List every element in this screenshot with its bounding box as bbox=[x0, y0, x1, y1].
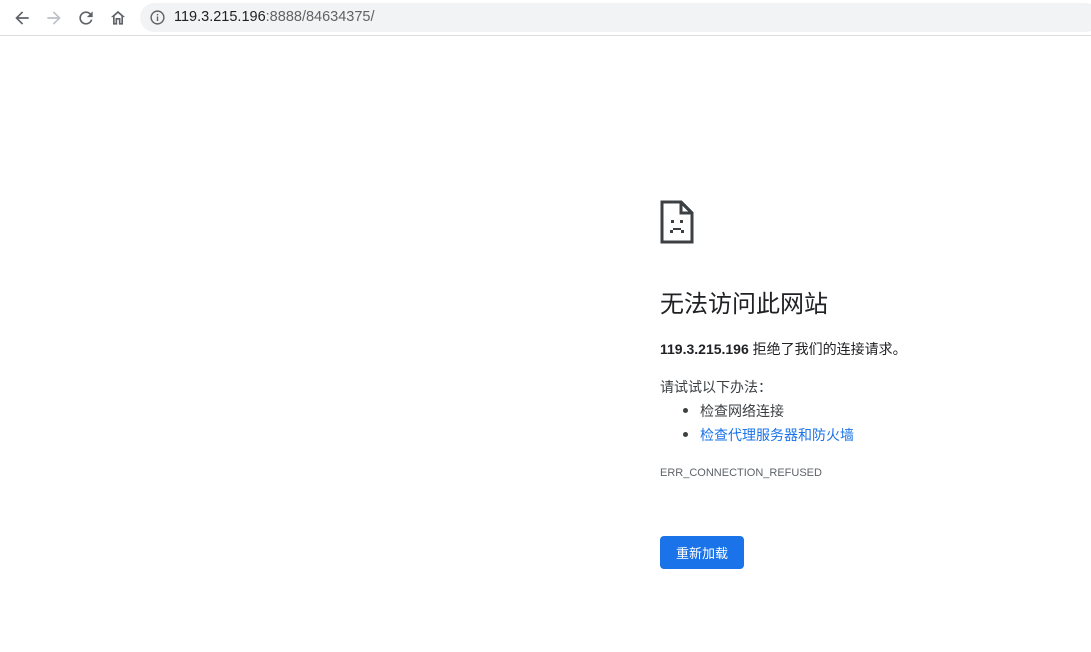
error-description: 119.3.215.196 拒绝了我们的连接请求。 bbox=[660, 339, 907, 359]
suggestions-list: 检查网络连接 检查代理服务器和防火墙 bbox=[660, 401, 854, 449]
back-icon bbox=[15, 11, 29, 25]
back-button[interactable] bbox=[8, 4, 36, 32]
home-icon bbox=[110, 10, 126, 25]
forward-icon bbox=[47, 11, 61, 25]
url-path: :8888/84634375/ bbox=[265, 9, 375, 25]
info-icon[interactable] bbox=[149, 9, 166, 26]
forward-button[interactable] bbox=[40, 4, 68, 32]
reload-button[interactable]: 重新加载 bbox=[660, 536, 744, 569]
error-title: 无法访问此网站 bbox=[660, 291, 828, 318]
reload-icon bbox=[79, 11, 93, 25]
home-button[interactable] bbox=[104, 4, 132, 32]
bullet-icon bbox=[683, 408, 688, 413]
suggestion-link-label[interactable]: 检查代理服务器和防火墙 bbox=[700, 427, 854, 443]
browser-toolbar: 119.3.215.196:8888/84634375/ bbox=[0, 0, 1091, 36]
suggestions-heading: 请试试以下办法： bbox=[660, 379, 772, 395]
url-host: 119.3.215.196 bbox=[174, 9, 266, 25]
error-code: ERR_CONNECTION_REFUSED bbox=[660, 467, 822, 479]
suggestion-check-proxy-firewall-link[interactable]: 检查代理服务器和防火墙 bbox=[660, 425, 854, 449]
url-text[interactable]: 119.3.215.196:8888/84634375/ bbox=[174, 8, 375, 27]
suggestion-check-network: 检查网络连接 bbox=[660, 401, 854, 425]
error-description-text: 拒绝了我们的连接请求。 bbox=[748, 341, 907, 357]
suggestion-label: 检查网络连接 bbox=[700, 403, 784, 419]
bullet-icon bbox=[683, 432, 688, 437]
address-bar[interactable]: 119.3.215.196:8888/84634375/ bbox=[140, 3, 1091, 32]
error-host: 119.3.215.196 bbox=[660, 341, 749, 357]
sad-file-icon bbox=[660, 200, 694, 244]
reload-page-button[interactable] bbox=[72, 4, 100, 32]
